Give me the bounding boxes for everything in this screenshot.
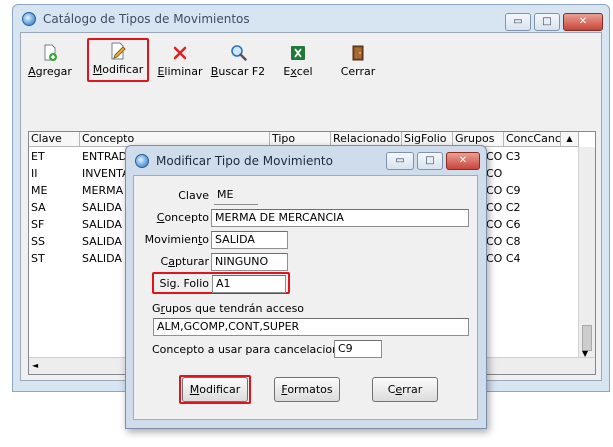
cell-grupos-conccanc: CO C9 <box>486 184 521 197</box>
cell-grupos-conccanc: CO C8 <box>486 235 521 248</box>
modificar-label: Modificar <box>92 63 144 76</box>
close-icon: ✕ <box>458 155 468 166</box>
scroll-left-button[interactable]: ◄ <box>32 361 38 370</box>
excel-icon <box>289 44 307 62</box>
dialog-app-icon <box>135 154 149 168</box>
maximize-icon: □ <box>542 16 552 27</box>
dialog-maximize-button[interactable]: □ <box>417 152 443 170</box>
cell-grupos-conccanc: CO <box>486 167 503 180</box>
dialog-close-button[interactable]: ✕ <box>446 152 480 170</box>
conc-canc-field[interactable]: C9 <box>334 340 382 358</box>
cell-grupos-conccanc: CO C4 <box>486 252 521 265</box>
concepto-label: Concepto <box>156 211 209 224</box>
grupos-field[interactable]: ALM,GCOMP,CONT,SUPER <box>153 318 469 336</box>
add-document-icon <box>41 44 59 62</box>
close-icon: ✕ <box>578 16 588 27</box>
clave-label: Clave <box>178 189 209 202</box>
cell-grupos-conccanc: CO C3 <box>486 150 521 163</box>
col-header-clave[interactable]: Clave <box>29 132 80 147</box>
minimize-button[interactable]: ▭ <box>505 13 531 31</box>
cell-clave: ET <box>31 150 45 163</box>
cell-concepto: ENTRAD <box>82 150 128 163</box>
window-title: Catálogo de Tipos de Movimientos <box>43 12 250 26</box>
cell-grupos-conccanc: CO C2 <box>486 201 521 214</box>
delete-x-icon <box>171 44 189 62</box>
formatos-button[interactable]: Formatos <box>274 377 340 402</box>
cell-clave: ST <box>31 252 45 265</box>
excel-label: Excel <box>283 65 313 78</box>
sig-folio-label: Sig. Folio <box>159 277 209 290</box>
cell-clave: SS <box>31 235 45 248</box>
cell-concepto: INVENTA <box>82 167 130 180</box>
cell-clave: ME <box>31 184 48 197</box>
cell-concepto: MERMA <box>82 184 124 197</box>
vertical-scrollbar[interactable]: ▼ <box>578 147 595 359</box>
door-exit-icon <box>349 44 367 62</box>
cell-concepto: SALIDA <box>82 201 122 214</box>
magnifier-icon <box>229 44 247 62</box>
eliminar-button[interactable]: Eliminar <box>154 40 206 91</box>
cerrar-toolbar-button[interactable]: Cerrar <box>332 40 384 91</box>
dialog-title: Modificar Tipo de Movimiento <box>156 154 333 168</box>
cell-concepto: SALIDA <box>82 235 122 248</box>
maximize-icon: □ <box>425 155 435 166</box>
grupos-label: Grupos que tendrán acceso <box>152 302 305 315</box>
capturar-field[interactable]: NINGUNO <box>211 253 288 271</box>
movimiento-field[interactable]: SALIDA <box>211 231 288 249</box>
maximize-button[interactable]: □ <box>534 13 560 31</box>
app-icon <box>22 12 36 26</box>
modificar-button[interactable]: Modificar <box>87 38 149 82</box>
close-button[interactable]: ✕ <box>563 13 603 31</box>
minimize-icon: ▭ <box>513 16 523 27</box>
buscar-label: Buscar F2 <box>210 65 266 78</box>
minimize-icon: ▭ <box>395 155 405 166</box>
dialog-minimize-button[interactable]: ▭ <box>386 152 414 170</box>
agregar-label: Agregar <box>28 65 72 78</box>
cell-clave: SA <box>31 201 46 214</box>
cell-grupos-conccanc: CO C6 <box>486 218 521 231</box>
scroll-up-button[interactable]: ▲ <box>561 132 579 147</box>
col-header-conccanc[interactable]: ConcCanc <box>504 132 561 147</box>
dialog-client-area: Clave ME Concepto MERMA DE MERCANCIA Mov… <box>133 175 478 420</box>
cerrar-label: Cerrar <box>340 65 376 78</box>
eliminar-label: Eliminar <box>157 65 203 78</box>
buscar-button[interactable]: Buscar F2 <box>210 40 266 91</box>
clave-field: ME <box>214 187 258 205</box>
scroll-thumb[interactable] <box>582 325 592 351</box>
modificar-dialog: Modificar Tipo de Movimiento ▭ □ ✕ Clave… <box>125 145 487 429</box>
cell-concepto: SALIDA <box>82 218 122 231</box>
concepto-field[interactable]: MERMA DE MERCANCIA <box>211 209 469 227</box>
cell-clave: II <box>31 167 38 180</box>
movimiento-label: Movimiento <box>144 233 209 246</box>
cell-clave: SF <box>31 218 45 231</box>
conc-canc-label: Concepto a usar para cancelaciones <box>152 343 352 356</box>
edit-document-icon <box>109 42 127 60</box>
cell-concepto: SALIDA <box>82 252 122 265</box>
capturar-label: Capturar <box>160 255 210 268</box>
sig-folio-field[interactable]: A1 <box>212 275 286 293</box>
cerrar-dialog-button[interactable]: Cerrar <box>372 377 438 402</box>
agregar-button[interactable]: Agregar <box>24 40 76 91</box>
modificar-dialog-button[interactable]: Modificar <box>182 377 248 402</box>
excel-button[interactable]: Excel <box>275 40 321 91</box>
